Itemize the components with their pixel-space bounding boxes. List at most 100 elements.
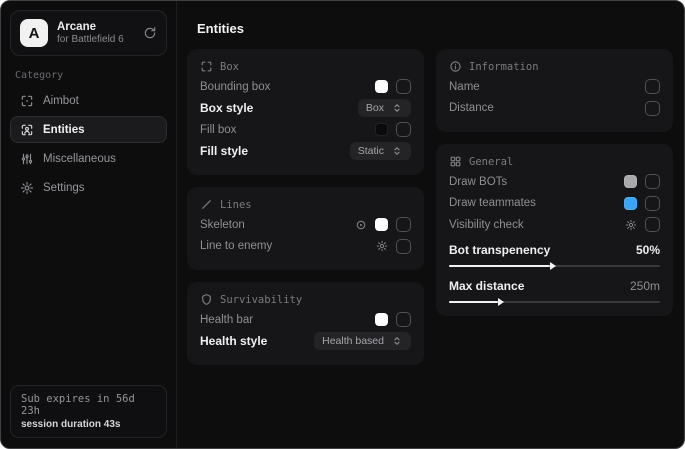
panel-title: General [469,156,513,168]
bot-transparency-slider[interactable] [449,265,660,267]
setting-row-health-style: Health style Health based [200,331,411,353]
name-checkbox[interactable] [645,79,660,94]
color-swatch[interactable] [375,218,388,231]
panel-title: Box [220,61,239,73]
setting-row-box-style: Box style Box [200,98,411,120]
setting-label: Box style [200,101,253,115]
setting-label: Draw teammates [449,197,536,209]
sliders-icon [20,152,34,166]
setting-row-bounding-box: Bounding box [200,76,411,98]
category-label: Category [15,70,176,81]
slider-fill [449,301,498,303]
panel-general: General Draw BOTs Draw teammates [436,144,673,316]
brand-text: Arcane for Battlefield 6 [57,21,124,45]
shield-icon [200,293,213,306]
panel-box-header: Box [200,60,411,73]
draw-bots-checkbox[interactable] [645,174,660,189]
box-style-dropdown[interactable]: Box [358,99,411,117]
slider-value: 50% [636,243,660,257]
chevrons-up-down-icon [391,102,403,114]
slider-label: Bot transpenency [449,243,550,257]
setting-label: Line to enemy [200,240,272,252]
color-swatch[interactable] [624,197,637,210]
sidebar-item-settings[interactable]: Settings [10,174,167,201]
visibility-check-checkbox[interactable] [645,217,660,232]
page-title: Entities [197,21,673,36]
setting-row-draw-bots: Draw BOTs [449,171,660,193]
setting-row-name: Name [449,76,660,98]
dropdown-value: Box [366,102,384,114]
setting-label: Draw BOTs [449,176,507,188]
scan-brackets-icon [200,60,213,73]
panel-information-header: Information [449,60,660,73]
setting-label: Health style [200,334,267,348]
setting-label: Distance [449,102,494,114]
bot-transparency-slider-block: Bot transpenency 50% [449,243,660,267]
panel-survivability: Survivability Health bar Health style [187,282,424,365]
person-scan-icon [20,123,34,137]
panel-box: Box Bounding box Box style Box [187,49,424,175]
sidebar-item-label: Entities [43,124,85,136]
setting-label: Skeleton [200,219,245,231]
setting-row-line-to-enemy: Line to enemy [200,236,411,258]
line-to-enemy-checkbox[interactable] [396,239,411,254]
panel-title: Lines [220,199,252,211]
fill-box-checkbox[interactable] [396,122,411,137]
health-bar-checkbox[interactable] [396,312,411,327]
brand-card[interactable]: A Arcane for Battlefield 6 [10,10,167,56]
gear-icon [20,181,34,195]
setting-label: Visibility check [449,219,524,231]
gear-icon[interactable] [625,219,637,231]
panel-information: Information Name Distance [436,49,673,132]
max-distance-slider[interactable] [449,301,660,303]
skeleton-checkbox[interactable] [396,217,411,232]
setting-row-fill-style: Fill style Static [200,141,411,163]
subscription-card: Sub expires in 56d 23h session duration … [10,385,167,438]
slider-value: 250m [630,279,660,293]
session-duration-text: session duration 43s [21,419,156,430]
app-window: A Arcane for Battlefield 6 Category Aimb… [0,0,685,449]
brand-name: Arcane [57,21,124,33]
slider-fill [449,265,550,267]
left-column: Box Bounding box Box style Box [187,49,424,365]
color-swatch[interactable] [375,80,388,93]
sidebar-item-label: Aimbot [43,95,79,107]
bounding-box-checkbox[interactable] [396,79,411,94]
slider-thumb[interactable] [498,298,504,306]
refresh-icon[interactable] [143,26,157,40]
gear-icon[interactable] [376,240,388,252]
setting-row-health-bar: Health bar [200,309,411,331]
sidebar: A Arcane for Battlefield 6 Category Aimb… [1,1,177,448]
focus-dot-icon[interactable] [355,219,367,231]
color-swatch[interactable] [624,175,637,188]
setting-row-visibility-check: Visibility check [449,214,660,236]
panel-lines: Lines Skeleton Line to enemy [187,187,424,270]
setting-label: Bounding box [200,81,270,93]
sidebar-item-label: Miscellaneous [43,153,116,165]
panel-columns: Box Bounding box Box style Box [187,49,673,365]
draw-teammates-checkbox[interactable] [645,196,660,211]
dropdown-value: Health based [322,335,384,347]
setting-label: Name [449,81,480,93]
diagonal-line-icon [200,198,213,211]
slider-thumb[interactable] [550,262,556,270]
sidebar-item-miscellaneous[interactable]: Miscellaneous [10,145,167,172]
setting-row-distance: Distance [449,98,660,120]
color-swatch[interactable] [375,313,388,326]
brand-logo: A [20,19,48,47]
setting-label: Health bar [200,314,253,326]
fill-style-dropdown[interactable]: Static [350,142,411,160]
sidebar-item-label: Settings [43,182,85,194]
setting-row-skeleton: Skeleton [200,214,411,236]
setting-row-draw-teammates: Draw teammates [449,193,660,215]
color-swatch[interactable] [375,123,388,136]
health-style-dropdown[interactable]: Health based [314,332,411,350]
sidebar-item-aimbot[interactable]: Aimbot [10,87,167,114]
sidebar-item-entities[interactable]: Entities [10,116,167,143]
panel-title: Information [469,61,539,73]
distance-checkbox[interactable] [645,101,660,116]
right-column: Information Name Distance [436,49,673,365]
sidebar-nav: Aimbot Entities Miscellaneous Settings [1,87,176,201]
sub-expiry-text: Sub expires in 56d 23h [21,393,156,417]
main-content: Entities Box Bounding box [177,1,685,448]
